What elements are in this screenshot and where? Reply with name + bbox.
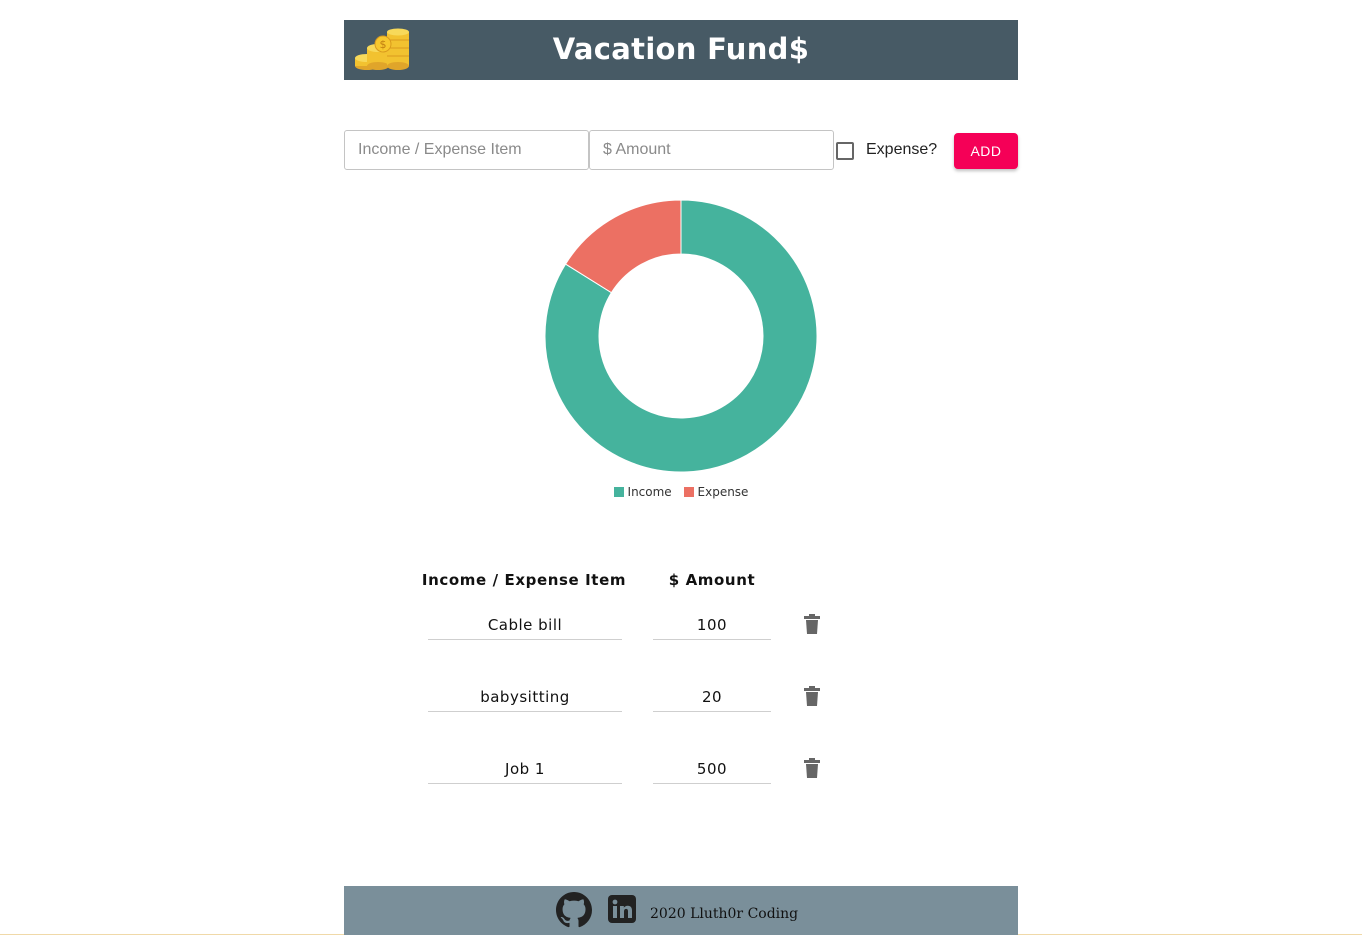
- column-header-item: Income / Expense Item: [421, 571, 627, 589]
- app-footer: 2020 Lluth0r Coding: [344, 886, 1018, 935]
- trash-icon[interactable]: [804, 614, 820, 634]
- github-icon[interactable]: [556, 892, 592, 928]
- footer-copyright: 2020 Lluth0r Coding: [650, 906, 799, 922]
- legend-item-expense[interactable]: Expense: [683, 485, 749, 499]
- linkedin-icon[interactable]: [608, 895, 636, 923]
- column-header-amount: $ Amount: [668, 571, 756, 589]
- row-amount-field[interactable]: 500: [653, 754, 771, 784]
- trash-icon[interactable]: [804, 758, 820, 778]
- add-button[interactable]: ADD: [954, 133, 1018, 169]
- row-amount-field[interactable]: 100: [653, 610, 771, 640]
- row-item-field[interactable]: Job 1: [428, 754, 622, 784]
- item-input[interactable]: [344, 130, 589, 170]
- app-header: $ Vacation Fund$: [344, 20, 1018, 80]
- expense-checkbox[interactable]: [836, 142, 854, 160]
- legend-label-income: Income: [627, 485, 672, 499]
- chart-legend: Income Expense: [0, 485, 1362, 499]
- table-row: Job 1 500: [0, 754, 1362, 794]
- table-row: babysitting 20: [0, 682, 1362, 722]
- trash-icon[interactable]: [804, 686, 820, 706]
- legend-item-income[interactable]: Income: [613, 485, 672, 499]
- doughnut-chart: [544, 199, 818, 473]
- row-item-field[interactable]: Cable bill: [428, 610, 622, 640]
- page-title: Vacation Fund$: [552, 32, 810, 66]
- expense-label: Expense?: [866, 141, 938, 158]
- table-row: Cable bill 100: [0, 610, 1362, 650]
- amount-input[interactable]: [589, 130, 834, 170]
- legend-label-expense: Expense: [697, 485, 749, 499]
- legend-swatch-expense: [683, 487, 694, 497]
- legend-swatch-income: [613, 487, 624, 497]
- row-item-field[interactable]: babysitting: [428, 682, 622, 712]
- row-amount-field[interactable]: 20: [653, 682, 771, 712]
